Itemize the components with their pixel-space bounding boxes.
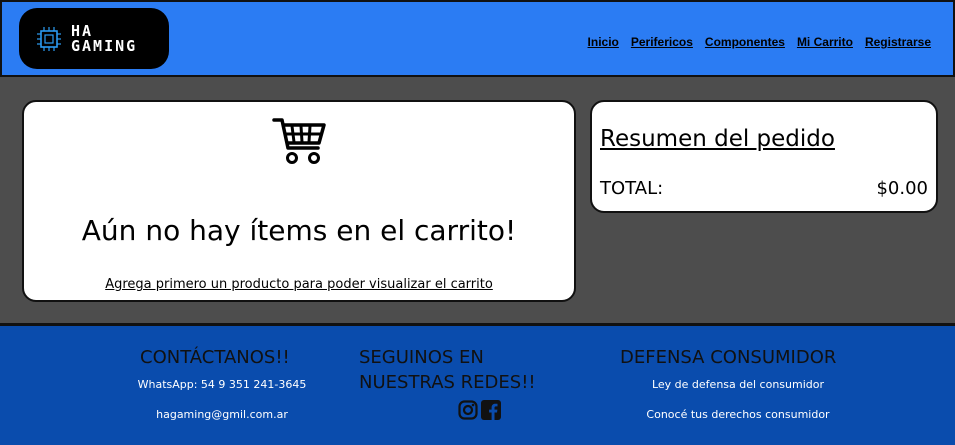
main-nav: Inicio Perifericos Componentes Mi Carrit…: [588, 35, 931, 49]
logo-line2: GAMING: [71, 36, 138, 55]
contact-title: CONTÁCTANOS!!: [140, 347, 290, 368]
order-summary-panel: Resumen del pedido TOTAL: $0.00: [590, 100, 938, 213]
defense-law-link[interactable]: Ley de defensa del consumidor: [638, 378, 838, 391]
email-text: hagaming@gmil.com.ar: [156, 408, 288, 421]
empty-cart-link[interactable]: Agrega primero un producto para poder vi…: [24, 277, 574, 292]
social-links: [458, 400, 501, 420]
nav-registrarse[interactable]: Registrarse: [865, 35, 931, 49]
shopping-cart-icon: [272, 118, 326, 164]
facebook-icon[interactable]: [481, 400, 501, 420]
logo-text: HA GAMING: [71, 23, 138, 55]
nav-componentes[interactable]: Componentes: [705, 35, 785, 49]
whatsapp-text: WhatsApp: 54 9 351 241-3645: [137, 378, 307, 391]
nav-inicio[interactable]: Inicio: [588, 35, 619, 49]
empty-cart-title: Aún no hay ítems en el carrito!: [81, 214, 517, 247]
total-value: $0.00: [876, 178, 928, 199]
chip-icon: [37, 26, 61, 51]
social-title-1: SEGUINOS EN: [359, 347, 484, 368]
cart-panel: Aún no hay ítems en el carrito! Agrega p…: [22, 100, 576, 302]
nav-perifericos[interactable]: Perifericos: [631, 35, 693, 49]
instagram-icon[interactable]: [458, 400, 478, 420]
site-footer: CONTÁCTANOS!! WhatsApp: 54 9 351 241-364…: [0, 323, 955, 445]
consumer-rights-link[interactable]: Conocé tus derechos consumidor: [638, 408, 838, 421]
social-title-2: NUESTRAS REDES!!: [359, 372, 536, 393]
site-header: HA GAMING Inicio Perifericos Componentes…: [0, 0, 955, 77]
defense-title: DEFENSA CONSUMIDOR: [620, 347, 837, 368]
total-label: TOTAL:: [600, 178, 664, 199]
site-logo[interactable]: HA GAMING: [19, 8, 169, 69]
summary-title: Resumen del pedido: [600, 126, 835, 152]
nav-mi-carrito[interactable]: Mi Carrito: [797, 35, 853, 49]
